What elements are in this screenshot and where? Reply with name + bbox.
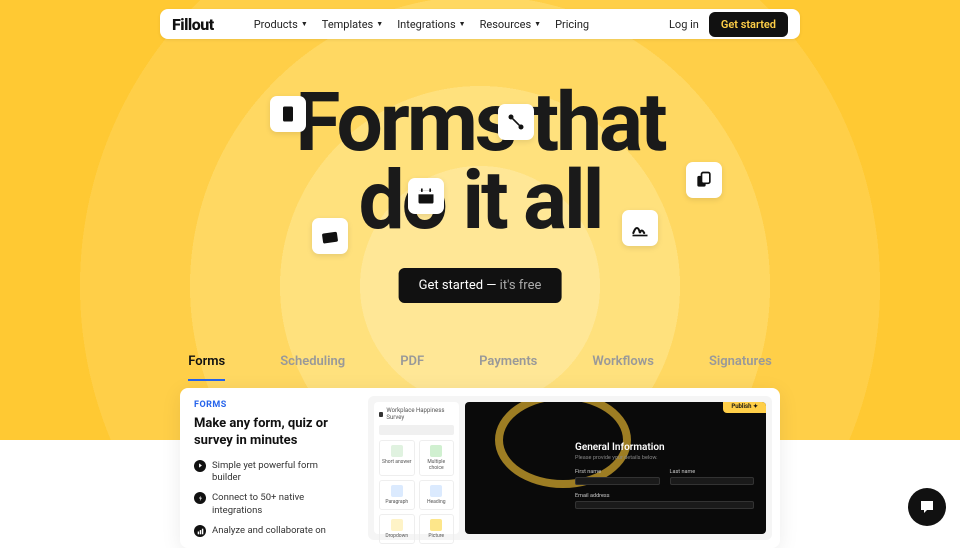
builder-header: Workplace Happiness Survey: [379, 407, 454, 421]
payment-icon: [312, 218, 348, 254]
feature-tabs: Forms Scheduling PDF Payments Workflows …: [0, 354, 960, 381]
chevron-down-icon: ▼: [534, 20, 541, 28]
bolt-icon: [194, 492, 206, 504]
feature-item: Simple yet powerful form builder: [194, 460, 346, 485]
block-multiple-choice: Multiple choice: [419, 440, 455, 476]
block-paragraph: Paragraph: [379, 480, 415, 510]
calendar-icon: [408, 178, 444, 214]
chevron-down-icon: ▼: [376, 20, 383, 28]
nav-integrations[interactable]: Integrations▼: [397, 18, 465, 31]
panel-title: Make any form, quiz or survey in minutes: [194, 416, 346, 450]
tab-workflows[interactable]: Workflows: [592, 354, 654, 381]
publish-button: Publish ✦: [723, 402, 766, 413]
builder-preview: Workplace Happiness Survey Short answer …: [368, 396, 772, 540]
play-icon: [194, 460, 206, 472]
tab-payments[interactable]: Payments: [479, 354, 537, 381]
feature-panel: FORMS Make any form, quiz or survey in m…: [180, 388, 780, 548]
tab-forms[interactable]: Forms: [188, 354, 225, 381]
form-title: General Information: [575, 442, 754, 453]
chart-icon: [194, 525, 206, 537]
builder-search: [379, 425, 454, 435]
logo[interactable]: Fillout: [172, 15, 214, 34]
copy-icon: [686, 162, 722, 198]
clipboard-icon: [270, 96, 306, 132]
chevron-down-icon: ▼: [301, 20, 308, 28]
nav-pricing[interactable]: Pricing: [555, 18, 589, 31]
feature-item: Analyze and collaborate on: [194, 525, 346, 537]
block-short-answer: Short answer: [379, 440, 415, 476]
panel-tag: FORMS: [194, 400, 346, 410]
chevron-down-icon: ▼: [459, 20, 466, 28]
tab-signatures[interactable]: Signatures: [709, 354, 772, 381]
nav-resources[interactable]: Resources▼: [480, 18, 541, 31]
chat-icon: [918, 498, 936, 516]
tab-pdf[interactable]: PDF: [400, 354, 424, 381]
tab-scheduling[interactable]: Scheduling: [280, 354, 345, 381]
main-nav: Fillout Products▼ Templates▼ Integration…: [160, 9, 800, 39]
nav-products[interactable]: Products▼: [254, 18, 308, 31]
feature-item: Connect to 50+ native integrations: [194, 492, 346, 517]
get-started-nav-button[interactable]: Get started: [709, 12, 788, 37]
get-started-cta-button[interactable]: Get started — it's free: [399, 268, 562, 303]
form-preview: Publish ✦ General Information Please pro…: [465, 402, 766, 534]
hero-heading: Forms thatdo it all: [0, 85, 960, 241]
block-heading: Heading: [419, 480, 455, 510]
form-subtitle: Please provide your details below.: [575, 455, 754, 461]
login-link[interactable]: Log in: [669, 18, 699, 31]
signature-icon: [622, 210, 658, 246]
nav-links: Products▼ Templates▼ Integrations▼ Resou…: [254, 18, 589, 31]
workflow-icon: [498, 104, 534, 140]
nav-templates[interactable]: Templates▼: [322, 18, 383, 31]
chat-widget-button[interactable]: [908, 488, 946, 526]
